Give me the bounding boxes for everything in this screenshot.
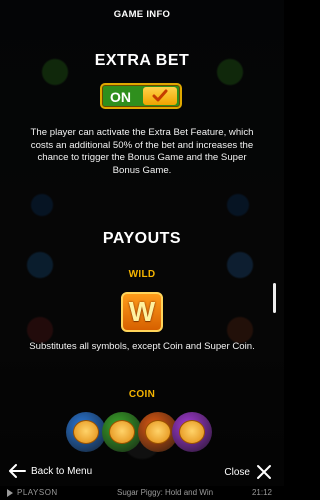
coin-symbol-green <box>102 412 142 452</box>
close-label: Close <box>224 466 250 478</box>
wild-title: WILD <box>128 269 156 280</box>
coin-symbol-purple <box>172 412 212 452</box>
play-triangle-icon <box>7 488 13 497</box>
wild-letter: W <box>128 296 156 327</box>
wild-symbol: W <box>121 292 163 332</box>
pig-icon <box>145 420 171 444</box>
brand-name: PLAYSON <box>17 488 58 497</box>
pig-icon <box>179 420 205 444</box>
extra-bet-toggle[interactable]: ON <box>100 83 182 109</box>
extra-bet-title: EXTRA BET <box>94 52 190 69</box>
coin-title: COIN <box>128 389 156 400</box>
page-title: GAME INFO <box>113 9 171 20</box>
close-button[interactable]: Close <box>224 464 272 480</box>
wild-description: Substitutes all symbols, except Coin and… <box>29 341 255 352</box>
arrow-left-icon <box>9 464 26 478</box>
toggle-label: ON <box>110 89 131 105</box>
pig-icon <box>109 420 135 444</box>
pig-icon <box>73 420 99 444</box>
close-icon <box>257 465 271 479</box>
scrollbar-thumb[interactable] <box>273 283 276 313</box>
clock: 21:12 <box>251 488 272 497</box>
bottom-nav: Back to Menu Close <box>0 462 284 486</box>
extra-bet-description: The player can activate the Extra Bet Fe… <box>30 127 254 176</box>
footer-bar: PLAYSON Sugar Piggy: Hold and Win 21:12 <box>0 486 284 500</box>
checkmark-icon <box>143 87 177 105</box>
back-to-menu-button[interactable]: Back to Menu <box>8 464 92 478</box>
back-label: Back to Menu <box>31 465 93 477</box>
game-name: Sugar Piggy: Hold and Win <box>117 488 214 497</box>
payouts-title: PAYOUTS <box>102 230 182 247</box>
coin-symbols <box>66 412 216 454</box>
playson-logo: PLAYSON <box>6 488 58 497</box>
coin-symbol-blue <box>66 412 106 452</box>
